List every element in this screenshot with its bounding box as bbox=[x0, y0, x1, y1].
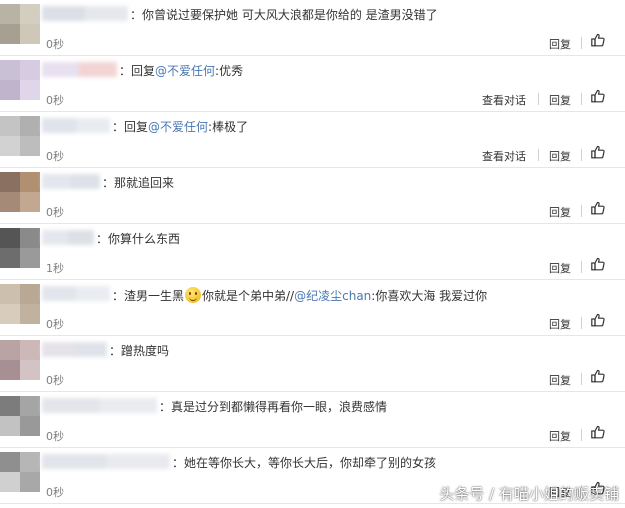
comment-body: ：蹭热度吗 bbox=[109, 344, 170, 358]
username-blurred[interactable] bbox=[42, 342, 107, 357]
action-divider bbox=[581, 93, 582, 105]
username-blurred[interactable] bbox=[42, 454, 170, 469]
comment-text: ：她在等你长大，等你长大后，你却牵了别的女孩 bbox=[172, 455, 436, 471]
thumbs-up-icon[interactable] bbox=[590, 32, 608, 50]
avatar[interactable] bbox=[0, 396, 40, 436]
username-blurred[interactable] bbox=[42, 118, 110, 133]
action-divider bbox=[581, 373, 582, 385]
reply-button[interactable]: 回复 bbox=[549, 92, 571, 108]
action-divider bbox=[581, 205, 582, 217]
comment-text: ：回复@不爱任何:棒极了 bbox=[112, 119, 248, 135]
action-divider bbox=[581, 261, 582, 273]
comment-row: ：那就追回来 0秒 回复 bbox=[0, 168, 625, 224]
reply-button[interactable]: 回复 bbox=[549, 260, 571, 276]
username-blurred[interactable] bbox=[42, 174, 100, 189]
avatar[interactable] bbox=[0, 452, 40, 492]
comment-time: 0秒 bbox=[46, 318, 64, 331]
comment-prefix: ：回复 bbox=[119, 64, 156, 78]
comment-row: ：你算什么东西 1秒 回复 bbox=[0, 224, 625, 280]
comment-suffix: :棒极了 bbox=[208, 120, 249, 134]
comment-text: ：真是过分到都懒得再看你一眼，浪费感情 bbox=[159, 399, 387, 415]
comment-text: ：回复@不爱任何:优秀 bbox=[119, 63, 243, 79]
avatar[interactable] bbox=[0, 340, 40, 380]
comment-text: ：蹭热度吗 bbox=[109, 343, 169, 359]
comment-time: 0秒 bbox=[46, 486, 64, 499]
reply-button[interactable]: 回复 bbox=[549, 148, 571, 164]
avatar[interactable] bbox=[0, 4, 40, 44]
username-blurred[interactable] bbox=[42, 6, 128, 21]
action-divider bbox=[538, 93, 539, 105]
thumbs-up-icon[interactable] bbox=[590, 368, 608, 386]
comment-time: 0秒 bbox=[46, 374, 64, 387]
username-blurred[interactable] bbox=[42, 230, 94, 245]
reply-button[interactable]: 回复 bbox=[549, 316, 571, 332]
comment-text: ：你曾说过要保护她 可大风大浪都是你给的 是渣男没错了 bbox=[130, 7, 438, 23]
comment-row: ：真是过分到都懒得再看你一眼，浪费感情 0秒 回复 bbox=[0, 392, 625, 448]
reply-button[interactable]: 回复 bbox=[549, 204, 571, 220]
action-divider bbox=[581, 317, 582, 329]
smiley-emoji-icon bbox=[185, 287, 202, 303]
reply-button[interactable]: 回复 bbox=[549, 36, 571, 52]
avatar[interactable] bbox=[0, 172, 40, 212]
avatar[interactable] bbox=[0, 116, 40, 156]
username-blurred[interactable] bbox=[42, 62, 117, 77]
thumbs-up-icon[interactable] bbox=[590, 256, 608, 274]
action-divider bbox=[538, 149, 539, 161]
comment-body: ：你曾说过要保护她 可大风大浪都是你给的 是渣男没错了 bbox=[130, 8, 438, 22]
avatar[interactable] bbox=[0, 228, 40, 268]
thumbs-up-icon[interactable] bbox=[590, 424, 608, 442]
action-divider bbox=[581, 429, 582, 441]
reply-button[interactable]: 回复 bbox=[549, 372, 571, 388]
comment-body: ：她在等你长大，等你长大后，你却牵了别的女孩 bbox=[172, 456, 437, 470]
user-mention-link[interactable]: @不爱任何 bbox=[155, 64, 215, 78]
comment-time: 0秒 bbox=[46, 94, 64, 107]
avatar[interactable] bbox=[0, 60, 40, 100]
comment-time: 1秒 bbox=[46, 262, 64, 275]
comment-prefix: ：回复 bbox=[112, 120, 149, 134]
comment-middle: 你就是个弟中弟// bbox=[202, 289, 295, 303]
action-divider bbox=[581, 149, 582, 161]
watermark: 头条号 / 有喵小姐的贩卖铺 bbox=[439, 485, 619, 503]
comment-time: 0秒 bbox=[46, 430, 64, 443]
user-mention-link[interactable]: @不爱任何 bbox=[148, 120, 208, 134]
reply-button[interactable]: 回复 bbox=[549, 428, 571, 444]
comment-time: 0秒 bbox=[46, 150, 64, 163]
thumbs-up-icon[interactable] bbox=[590, 312, 608, 330]
comment-row: ：你曾说过要保护她 可大风大浪都是你给的 是渣男没错了 0秒 回复 bbox=[0, 0, 625, 56]
username-blurred[interactable] bbox=[42, 398, 157, 413]
comment-time: 0秒 bbox=[46, 38, 64, 51]
username-blurred[interactable] bbox=[42, 286, 110, 301]
comment-time: 0秒 bbox=[46, 206, 64, 219]
thumbs-up-icon[interactable] bbox=[590, 144, 608, 162]
avatar[interactable] bbox=[0, 284, 40, 324]
comment-prefix: ：渣男一生黑 bbox=[112, 289, 185, 303]
comment-body: ：那就追回来 bbox=[102, 176, 175, 190]
comment-text: ：那就追回来 bbox=[102, 175, 174, 191]
comment-row: ：回复@不爱任何:优秀 0秒 查看对话 回复 bbox=[0, 56, 625, 112]
comment-row: ：蹭热度吗 0秒 回复 bbox=[0, 336, 625, 392]
view-conversation-button[interactable]: 查看对话 bbox=[482, 148, 526, 164]
comment-row: ：回复@不爱任何:棒极了 0秒 查看对话 回复 bbox=[0, 112, 625, 168]
comment-row: ：渣男一生黑 你就是个弟中弟//@纪凌尘chan:你喜欢大海 我爱过你 0秒 回复 bbox=[0, 280, 625, 336]
comment-body: ：真是过分到都懒得再看你一眼，浪费感情 bbox=[159, 400, 388, 414]
thumbs-up-icon[interactable] bbox=[590, 88, 608, 106]
thumbs-up-icon[interactable] bbox=[590, 200, 608, 218]
comment-body: ：你算什么东西 bbox=[96, 232, 181, 246]
comment-suffix: :优秀 bbox=[215, 64, 244, 78]
user-mention-link[interactable]: @纪凌尘chan bbox=[294, 289, 371, 303]
comment-suffix: :你喜欢大海 我爱过你 bbox=[371, 289, 488, 303]
view-conversation-button[interactable]: 查看对话 bbox=[482, 92, 526, 108]
comment-text: ：渣男一生黑 你就是个弟中弟//@纪凌尘chan:你喜欢大海 我爱过你 bbox=[112, 287, 487, 304]
action-divider bbox=[581, 37, 582, 49]
comment-text: ：你算什么东西 bbox=[96, 231, 180, 247]
